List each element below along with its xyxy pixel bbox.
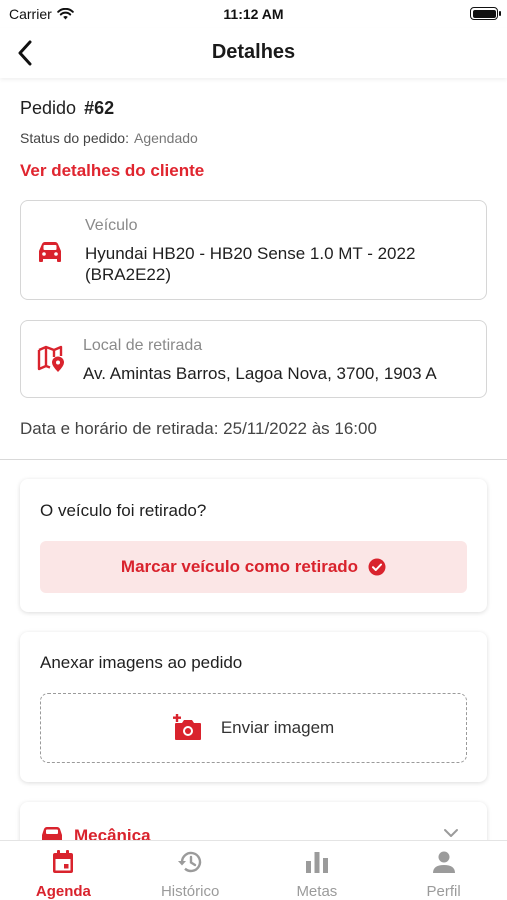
send-image-label: Enviar imagem	[220, 718, 335, 737]
pickup-location-card: Local de retirada Av. Amintas Barros, La…	[20, 320, 487, 398]
tab-metas[interactable]: Metas	[254, 841, 381, 900]
add-photo-icon	[172, 714, 201, 740]
order-status-label: Status do pedido:	[20, 130, 129, 146]
bar-chart-icon	[305, 852, 328, 873]
tab-historico-label: Histórico	[160, 883, 220, 900]
mechanics-section-header[interactable]: Mecânica	[20, 802, 487, 840]
tab-agenda-label: Agenda	[35, 883, 91, 900]
order-status: Status do pedido: Agendado	[20, 130, 198, 146]
vehicle-plate: (BRA2E22)	[85, 265, 171, 284]
attach-images-title: Anexar imagens ao pedido	[40, 653, 243, 672]
history-icon	[178, 851, 202, 873]
bottom-tab-bar: Agenda Histórico Metas Perfil	[0, 840, 507, 900]
car-icon	[39, 242, 61, 262]
person-icon	[432, 851, 455, 873]
map-pin-icon	[37, 345, 64, 372]
mark-picked-up-button[interactable]: Marcar veículo como retirado	[40, 541, 467, 593]
pickup-question: O veículo foi retirado?	[40, 501, 207, 520]
vehicle-value: Hyundai HB20 - HB20 Sense 1.0 MT - 2022 …	[85, 243, 415, 285]
mechanics-section-title: Mecânica	[74, 826, 151, 840]
pickup-location-label: Local de retirada	[83, 337, 203, 354]
section-divider	[0, 459, 507, 460]
car-repair-icon	[42, 827, 62, 840]
status-time: 11:12 AM	[223, 6, 284, 22]
pickup-location-value: Av. Amintas Barros, Lagoa Nova, 3700, 19…	[83, 364, 437, 383]
mark-picked-up-label: Marcar veículo como retirado	[120, 557, 359, 576]
details-scroll-view[interactable]: Pedido #62 Status do pedido: Agendado Ver …	[0, 78, 507, 840]
pickup-confirmation-card: O veículo foi retirado? Marcar veículo c…	[20, 479, 487, 612]
check-circle-icon	[368, 558, 386, 576]
battery-icon	[470, 7, 501, 20]
navigation-bar: Detalhes	[0, 28, 507, 78]
order-header: Pedido #62	[20, 98, 114, 119]
client-details-link[interactable]: Ver detalhes do cliente	[20, 161, 204, 181]
order-number: #62	[84, 98, 115, 118]
vehicle-model: Hyundai HB20 - HB20 Sense 1.0 MT - 2022	[85, 244, 416, 263]
order-label: Pedido	[20, 98, 77, 118]
pickup-datetime: Data e horário de retirada: 25/11/2022 à…	[20, 419, 377, 438]
attach-images-card: Anexar imagens ao pedido Enviar imagem	[20, 632, 487, 782]
tab-historico[interactable]: Histórico	[127, 841, 254, 900]
status-bar: Carrier 11:12 AM	[0, 0, 507, 28]
order-status-value: Agendado	[133, 130, 198, 146]
tab-perfil-label: Perfil	[426, 883, 461, 900]
chevron-down-icon	[444, 829, 458, 837]
calendar-icon	[53, 850, 74, 873]
vehicle-card: Veículo Hyundai HB20 - HB20 Sense 1.0 MT…	[20, 200, 487, 300]
tab-agenda[interactable]: Agenda	[0, 841, 127, 900]
tab-perfil[interactable]: Perfil	[380, 841, 507, 900]
vehicle-label: Veículo	[85, 217, 138, 234]
send-image-button[interactable]: Enviar imagem	[40, 693, 467, 763]
page-title: Detalhes	[211, 41, 296, 63]
tab-metas-label: Metas	[296, 883, 338, 900]
